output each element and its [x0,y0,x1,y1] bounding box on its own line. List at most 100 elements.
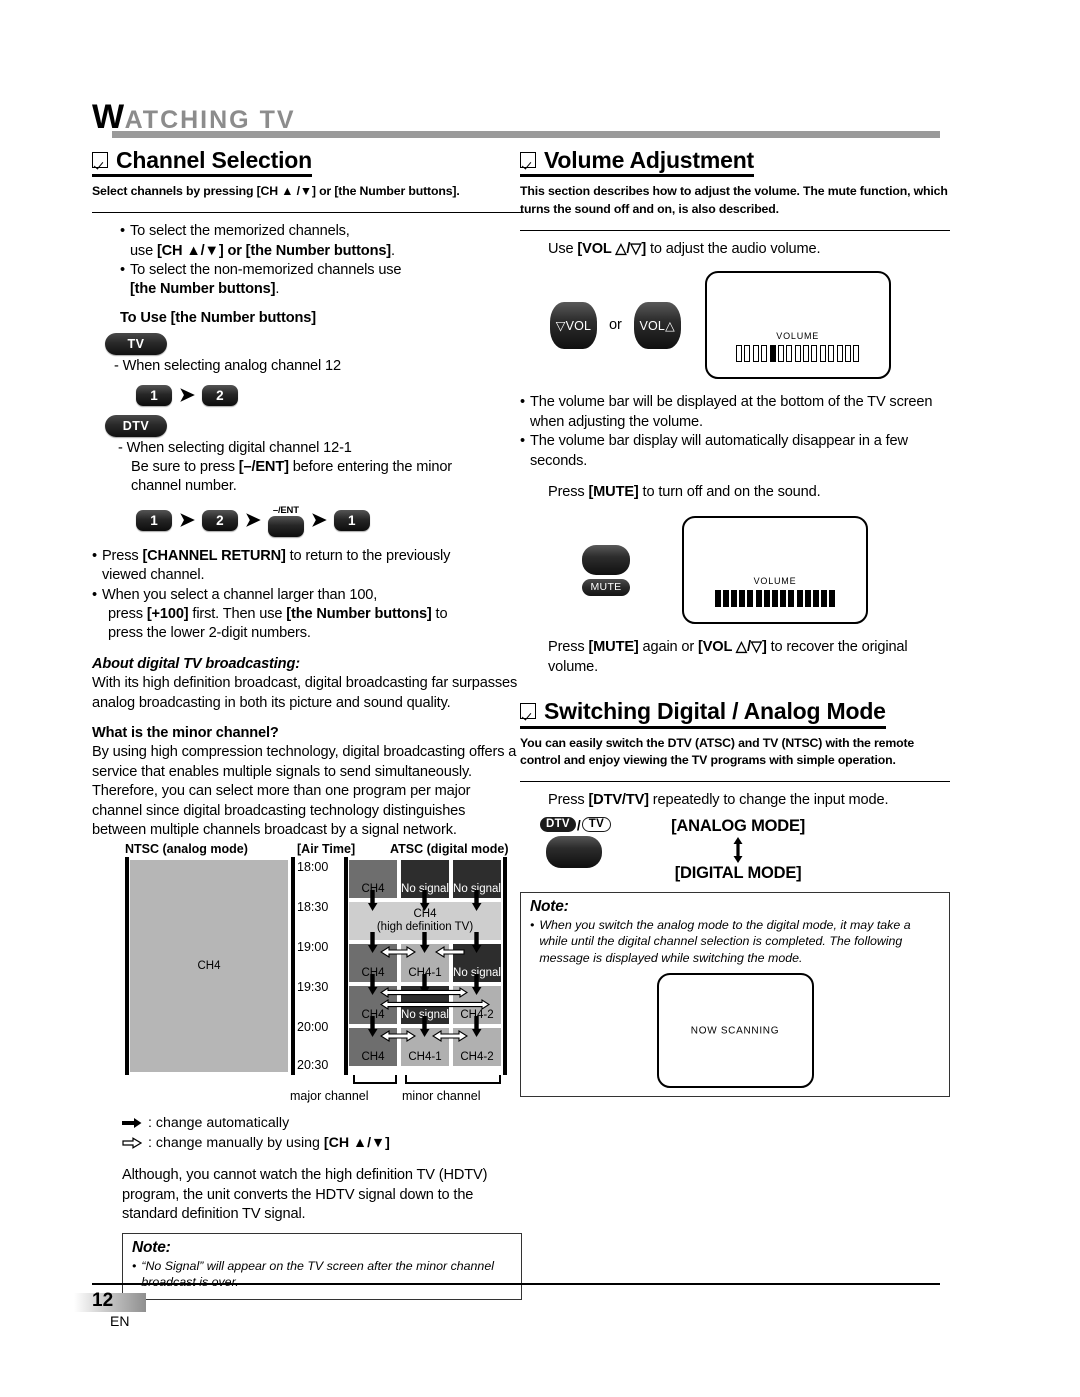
switching-press-line: Press [DTV/TV] repeatedly to change the … [548,791,950,810]
txt-c: to return to the previously [285,547,451,564]
manual-change-arrow-icon [122,1137,142,1150]
manual-change-arrow-icon [379,946,417,961]
analog-mode-label: [ANALOG MODE] [671,816,806,835]
txt-a: When you select a channel larger than 10… [101,586,378,603]
ent-key[interactable] [267,515,304,537]
arrow-right-icon: ➤ [179,510,195,532]
bullet-dot: • [92,547,97,564]
auto-change-arrow-icon [122,1118,142,1129]
auto-change-arrow-icon [367,890,378,912]
checkbox-icon [520,703,536,720]
volume-buttons: ▽VOL or VOL△ [550,301,681,349]
bullet-dot: • [120,261,125,278]
scanning-screen-wrapper: NOW SCANNING [530,973,940,1089]
now-scanning-text: NOW SCANNING [690,1025,780,1037]
dtv-line-2c: before entering the minor [288,458,453,475]
volume-bar-empty [803,345,810,363]
volume-bar-empty [853,345,860,363]
volume-bar-filled [780,590,787,608]
bullet-dot: • [92,586,97,603]
tv-key-sequence: 1 ➤ 2 [136,384,522,406]
tv-mode-tag: TV [105,333,167,356]
time-label: 20:30 [297,1058,329,1072]
auto-change-arrow-icon [419,890,430,912]
volume-bar-filled [788,590,795,608]
note-bullet-text: “No Signal” will appear on the TV screen… [141,1258,494,1290]
rec-d: [VOL △/▽] [698,639,767,656]
volume-bar-empty [819,345,826,363]
tv-screen-mute: VOLUME [682,516,868,625]
note-bullet: • When you switch the analog mode to the… [530,917,940,967]
ntsc-channel-block: CH4 [130,860,288,1072]
auto-change-arrow-icon [367,1016,378,1038]
p-d: [the Number buttons] [286,606,432,622]
volume-down-button[interactable]: ▽VOL [550,301,597,349]
sw-c: repeatedly to change the input mode. [648,792,889,809]
volume-bar-graph [707,345,889,363]
bullet-tail: . [275,281,280,298]
volume-bar-empty [836,345,843,363]
diagram-rule-atsc-left [344,857,348,1075]
mute-b: [MUTE] [588,483,639,500]
number-key-1[interactable]: 1 [136,510,172,532]
manual-change-arrow-icon [431,1030,469,1045]
number-key-2[interactable]: 2 [201,510,238,532]
ent-key-label: –/ENT [272,504,299,516]
legend-manual-b: [CH ▲/▼] [323,1135,390,1152]
dtv-mode-tag: DTV [105,414,167,437]
volume-bar-filled [804,590,811,608]
dtv-tv-button[interactable] [546,835,602,868]
channel-structure-diagram: NTSC (analog mode) [Air Time] ATSC (digi… [125,842,525,1110]
auto-change-arrow-icon [419,932,430,954]
hdtv-note-body: Although, you cannot watch the high defi… [122,1167,488,1223]
number-key-1[interactable]: 1 [136,384,172,406]
volume-or-label: or [609,316,622,333]
volume-controls-row: ▽VOL or VOL△ VOLUME [520,271,950,380]
note-box-right: Note: • When you switch the analog mode … [520,891,950,1098]
page-number: 12 [92,1290,114,1311]
recover-volume-line: Press [MUTE] again or [VOL △/▽] to recov… [548,638,950,677]
list-item: • When you select a channel larger than … [92,586,522,644]
mute-bar-graph [684,590,866,608]
mute-button[interactable] [582,544,630,575]
left-column: Channel Selection Select channels by pre… [92,147,522,840]
dtv-line-2: Be sure to press [–/ENT] before entering… [131,458,522,477]
legend-manual-text: : change manually by using [CH ▲/▼] [148,1133,390,1153]
switching-controls-row: DTV / TV [ANALOG MODE] [DIGITAL MODE] [520,817,950,883]
auto-change-arrow-icon [419,1016,430,1038]
volume-bullets: • The volume bar will be displayed at th… [520,393,950,471]
time-label: 18:00 [297,860,329,874]
footer-rule [92,1283,940,1285]
bullet-lead: To select the memorized channels, [129,223,350,240]
checkbox-icon [92,152,108,168]
diagram-rule-right [503,857,507,1075]
divider [520,781,950,783]
auto-change-arrow-icon [367,932,378,954]
number-key-2[interactable]: 2 [201,384,238,406]
legend-item-manual: : change manually by using [CH ▲/▼] [122,1133,522,1153]
volume-bar-empty [735,345,742,363]
p-c: first. Then use [188,606,287,622]
volume-bar-filled [755,590,762,608]
volume-use-line: Use [VOL △/▽] to adjust the audio volume… [548,240,950,259]
manual-change-arrow-icon [379,998,491,1013]
number-key-1b[interactable]: 1 [333,510,370,532]
txt-a: Press [101,547,143,564]
p-a: press [107,606,147,622]
list-item-text: When you select a channel larger than 10… [101,586,448,644]
list-item-text: To select the non-memorized channels use… [129,261,402,300]
note-heading: Note: [132,1238,171,1256]
volume-bar-empty [811,345,818,363]
about-digital-body: With its high definition broadcast, digi… [92,675,518,711]
diagram-header-ntsc: NTSC (analog mode) [125,842,248,856]
volume-bar-empty [761,345,768,363]
auto-change-arrow-icon [471,932,482,954]
volume-up-button[interactable]: VOL△ [633,301,681,349]
bullet-dot: • [132,1258,137,1273]
bracket-label-minor: minor channel [402,1089,481,1103]
bullet-lead: To select the non-memorized channels use [129,261,402,278]
dtv-tv-label: DTV / TV [540,817,612,833]
auto-change-arrow-icon [471,974,482,996]
osd-volume-label: VOLUME [776,331,820,342]
mode-cycle-graphic: [ANALOG MODE] [DIGITAL MODE] [671,817,805,883]
